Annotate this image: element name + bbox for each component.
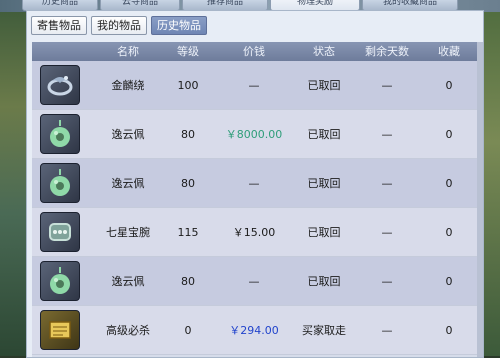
item-level: 80 [181,176,195,190]
header-name[interactable]: 名称 [94,42,162,61]
item-level: 80 [181,127,195,141]
table-row[interactable]: 七星宝腕 115 ￥15.00 已取回 — 0 [32,208,478,257]
tab-consign-items[interactable]: 寄售物品 [31,16,87,35]
item-fav: 0 [445,274,453,288]
item-name: 逸云佩 [111,275,145,288]
item-fav: 0 [445,323,453,337]
header-price[interactable]: 价钱 [214,42,294,61]
scroll-icon[interactable] [40,310,80,350]
item-price: — [248,274,260,288]
item-level: 80 [181,274,195,288]
jade-pendant-icon[interactable] [40,261,80,301]
tab-history-items[interactable]: 历史物品 [151,16,207,35]
item-name: 七星宝腕 [106,226,150,239]
item-status: 已取回 [307,177,341,190]
table-row[interactable]: 高级必杀 0 ￥294.00 买家取走 — 0 [32,306,478,355]
tab-my-items[interactable]: 我的物品 [91,16,147,35]
item-status: 已取回 [307,128,341,141]
item-price: ￥15.00 [232,226,276,239]
table-header: 名称 等级 价钱 状态 剩余天数 收藏 [32,42,478,61]
jade-pendant-icon[interactable] [40,163,80,203]
item-status: 已取回 [307,226,341,239]
item-level: 0 [184,323,192,337]
item-days: — [381,127,393,141]
item-days: — [381,323,393,337]
table-row[interactable]: 逸云佩 80 — 已取回 — 0 [32,257,478,306]
item-fav: 0 [445,78,453,92]
item-name: 金麟绕 [111,79,145,92]
top-tab-strip: 历史商品 云寻商品 推荐商品 物理奖励 我的收藏商品 [22,0,482,11]
item-price: — [248,176,260,190]
item-price: ￥8000.00 [225,128,283,141]
item-status: 已取回 [307,275,341,288]
item-level: 115 [177,225,199,239]
item-days: — [381,225,393,239]
item-name: 高级必杀 [106,324,150,337]
item-status: 买家取走 [302,324,346,337]
item-price: ￥294.00 [229,324,279,337]
item-days: — [381,176,393,190]
bracelet-icon[interactable] [40,212,80,252]
item-name: 逸云佩 [111,128,145,141]
item-price: — [248,78,260,92]
item-days: — [381,78,393,92]
item-level: 100 [177,78,199,92]
history-table: 名称 等级 价钱 状态 剩余天数 收藏 金麟绕 100 — 已取回 — 0 逸云… [32,42,478,357]
item-name: 逸云佩 [111,177,145,190]
item-status: 已取回 [307,79,341,92]
sub-tab-bar: 寄售物品 我的物品 历史物品 [31,16,207,35]
header-icon [32,42,94,61]
table-row[interactable]: 逸云佩 80 ￥8000.00 已取回 — 0 [32,110,478,159]
item-days: — [381,274,393,288]
header-days[interactable]: 剩余天数 [354,42,420,61]
header-status[interactable]: 状态 [294,42,354,61]
jade-pendant-icon[interactable] [40,114,80,154]
header-level[interactable]: 等级 [162,42,214,61]
header-fav[interactable]: 收藏 [420,42,478,61]
dragon-ring-icon[interactable] [40,65,80,105]
table-scrollbar[interactable] [477,42,483,357]
item-fav: 0 [445,225,453,239]
game-background-left [0,0,26,356]
item-fav: 0 [445,176,453,190]
table-row[interactable]: 逸云佩 80 — 已取回 — 0 [32,159,478,208]
table-row[interactable]: 金麟绕 100 — 已取回 — 0 [32,61,478,110]
item-fav: 0 [445,127,453,141]
trade-history-panel: 寄售物品 我的物品 历史物品 名称 等级 价钱 状态 剩余天数 收藏 金麟绕 1… [26,10,484,358]
